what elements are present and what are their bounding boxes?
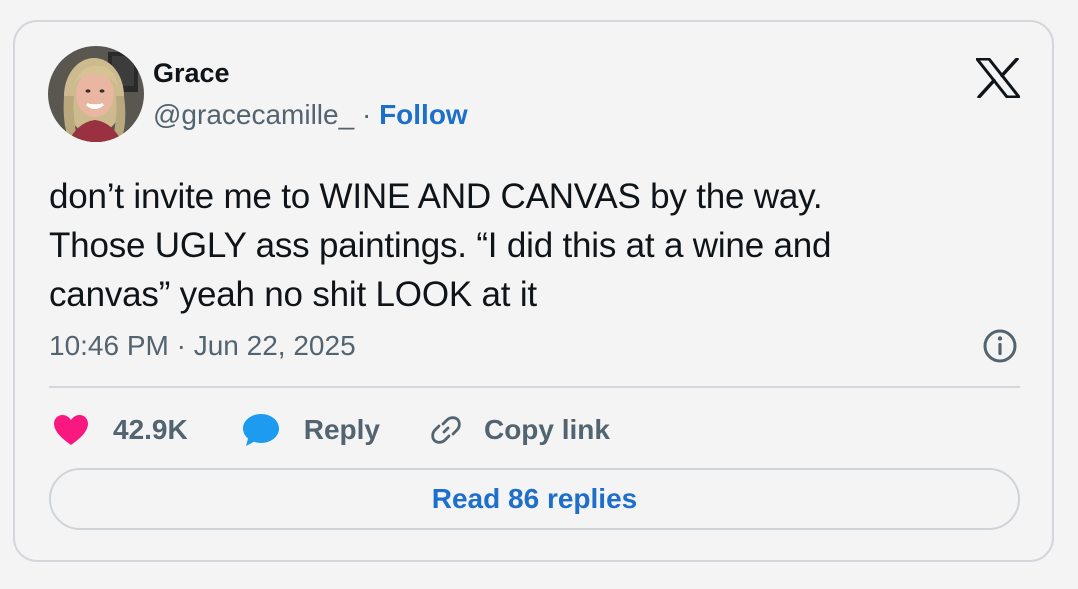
tweet-text: don’t invite me to WINE AND CANVAS by th… — [49, 172, 1009, 319]
copy-link-label: Copy link — [483, 414, 610, 445]
action-bar: 42.9K Reply Copy link — [53, 410, 610, 450]
handle-separator: · — [361, 99, 372, 130]
tweet-card: Grace @gracecamille_ · Follow don’t invi… — [13, 20, 1054, 562]
info-icon[interactable] — [982, 328, 1018, 364]
like-button[interactable]: 42.9K — [53, 414, 188, 446]
author-handle[interactable]: @gracecamille_ — [153, 99, 354, 130]
author-handle-row: @gracecamille_ · Follow — [153, 99, 468, 131]
tweet-text-line: don’t invite me to WINE AND CANVAS by th… — [49, 177, 823, 216]
tweet-text-line: Those UGLY ass paintings. “I did this at… — [49, 226, 832, 265]
read-replies-button[interactable]: Read 86 replies — [49, 468, 1020, 530]
timestamp-link[interactable]: 10:46 PM · Jun 22, 2025 — [49, 330, 356, 362]
follow-button[interactable]: Follow — [379, 99, 468, 130]
author-name[interactable]: Grace — [153, 58, 230, 89]
avatar[interactable] — [48, 46, 144, 142]
reply-button[interactable]: Reply — [242, 412, 380, 448]
like-count: 42.9K — [113, 414, 188, 445]
x-logo-icon[interactable] — [975, 57, 1021, 99]
reply-label: Reply — [303, 414, 380, 445]
speech-bubble-icon — [242, 412, 280, 448]
heart-icon — [53, 414, 89, 446]
tweet-text-line: canvas” yeah no shit LOOK at it — [49, 275, 537, 314]
copy-link-button[interactable]: Copy link — [428, 412, 610, 448]
link-icon — [428, 412, 464, 448]
divider — [49, 386, 1020, 388]
